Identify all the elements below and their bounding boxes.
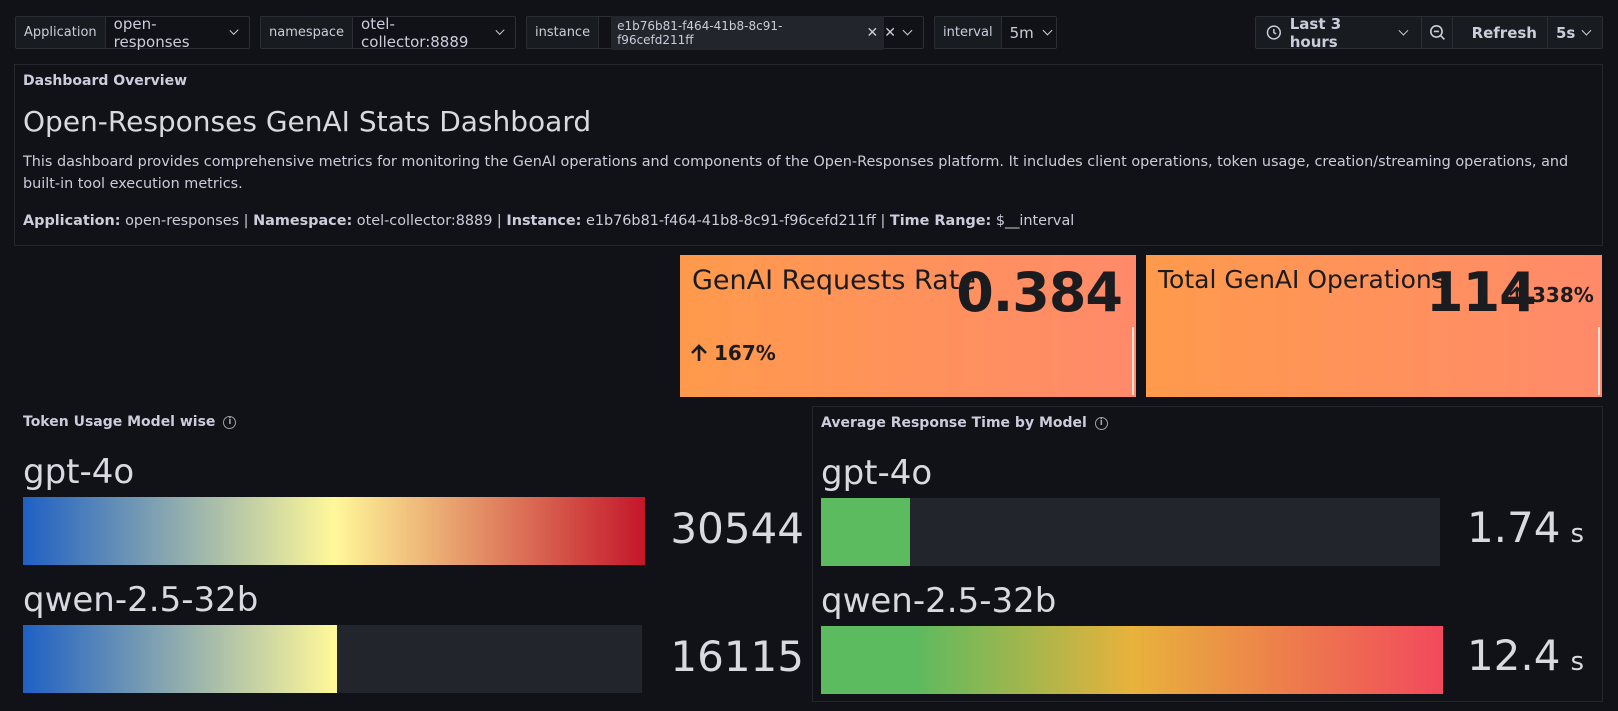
variable-label-instance: instance bbox=[527, 17, 600, 48]
response-value-number: 12.4 bbox=[1466, 631, 1561, 680]
variable-namespace: namespace otel-collector:8889 bbox=[260, 14, 516, 51]
stat-change: 167% bbox=[690, 341, 776, 365]
response-bar bbox=[821, 626, 1443, 694]
token-value: 16115 bbox=[670, 632, 804, 681]
info-icon[interactable]: i bbox=[223, 415, 237, 429]
variable-label-application: Application bbox=[16, 17, 106, 48]
interval-select[interactable]: 5m bbox=[1002, 17, 1063, 48]
refresh-interval-value: 5s bbox=[1556, 23, 1576, 42]
clear-icon[interactable]: ✕ bbox=[884, 25, 896, 41]
zoom-out-icon bbox=[1430, 25, 1445, 40]
chevron-down-icon bbox=[902, 25, 913, 36]
stat-title: Total GenAI Operations bbox=[1158, 265, 1445, 294]
response-value-unit: s bbox=[1570, 647, 1584, 677]
chevron-down-icon bbox=[229, 25, 239, 36]
chevron-down-icon bbox=[495, 25, 505, 36]
instance-select[interactable]: e1b76b81-f464-41b8-8c91-f96cefd211ff ✕ ✕ bbox=[599, 15, 923, 50]
variable-label-interval: interval bbox=[935, 17, 1002, 48]
response-model-label: qwen-2.5-32b bbox=[821, 581, 1057, 621]
response-time-panel: Average Response Time by Model i gpt-4o … bbox=[812, 406, 1603, 702]
time-range-label: Last 3 hours bbox=[1289, 14, 1342, 51]
response-value-unit: s bbox=[1570, 519, 1584, 549]
refresh-label: Refresh bbox=[1471, 23, 1537, 42]
token-usage-title-text: Token Usage Model wise bbox=[23, 414, 216, 430]
meta-instance-key: Instance: bbox=[506, 213, 582, 229]
variable-instance: instance e1b76b81-f464-41b8-8c91-f96cefd… bbox=[526, 15, 924, 50]
stat-panel-total-operations[interactable]: Total GenAI Operations 114 338% bbox=[1146, 255, 1602, 397]
token-bar bbox=[23, 625, 337, 693]
time-range-picker[interactable]: Last 3 hours bbox=[1255, 14, 1422, 51]
instance-chip-label: e1b76b81-f464-41b8-8c91-f96cefd211ff bbox=[617, 18, 783, 47]
response-value-number: 1.74 bbox=[1466, 503, 1561, 552]
variable-application: Application open-responses bbox=[15, 14, 250, 51]
clock-icon bbox=[1266, 25, 1281, 40]
response-value: 1.74 s bbox=[1467, 503, 1584, 552]
meta-namespace-key: Namespace: bbox=[253, 213, 353, 229]
response-value: 12.4 s bbox=[1467, 631, 1584, 680]
chevron-down-icon bbox=[1581, 25, 1592, 36]
stat-change: 338% bbox=[1508, 283, 1594, 307]
namespace-select[interactable]: otel-collector:8889 bbox=[353, 14, 515, 51]
stat-title: GenAI Requests Rate bbox=[692, 265, 976, 296]
overview-meta: Application: open-responses | Namespace:… bbox=[23, 213, 1074, 229]
zoom-out-button[interactable] bbox=[1421, 16, 1454, 49]
overview-panel: Dashboard Overview Open-Responses GenAI … bbox=[14, 64, 1603, 246]
stat-panel-requests-rate[interactable]: GenAI Requests Rate 0.384 167% bbox=[680, 255, 1136, 397]
close-icon[interactable]: ✕ bbox=[867, 25, 879, 41]
instance-chip: e1b76b81-f464-41b8-8c91-f96cefd211ff ✕ bbox=[611, 15, 885, 50]
variable-label-namespace: namespace bbox=[261, 17, 354, 48]
token-model-label: gpt-4o bbox=[23, 452, 135, 492]
response-time-title: Average Response Time by Model i bbox=[821, 415, 1108, 431]
interval-value: 5m bbox=[1009, 23, 1034, 42]
overview-panel-title: Dashboard Overview bbox=[23, 73, 188, 89]
stat-change-value: 338% bbox=[1532, 283, 1594, 307]
arrow-up-icon bbox=[691, 344, 707, 361]
chevron-down-icon bbox=[1042, 25, 1053, 36]
token-usage-panel: Token Usage Model wise i gpt-4o 30544 qw… bbox=[14, 406, 804, 706]
stat-change-value: 167% bbox=[714, 341, 776, 365]
sparkline bbox=[1598, 327, 1600, 395]
arrow-up-icon bbox=[1509, 286, 1525, 303]
meta-instance-value: e1b76b81-f464-41b8-8c91-f96cefd211ff | bbox=[581, 213, 890, 229]
sparkline bbox=[1132, 327, 1134, 395]
response-bar-track bbox=[821, 498, 1440, 566]
token-model-label: qwen-2.5-32b bbox=[23, 580, 259, 620]
meta-application-key: Application: bbox=[23, 213, 121, 229]
info-icon[interactable]: i bbox=[1094, 416, 1108, 430]
overview-description: This dashboard provides comprehensive me… bbox=[23, 154, 1569, 192]
meta-namespace-value: otel-collector:8889 | bbox=[352, 213, 507, 229]
refresh-button[interactable]: Refresh bbox=[1452, 16, 1548, 49]
chevron-down-icon bbox=[1398, 25, 1409, 36]
variable-interval: interval 5m bbox=[934, 16, 1057, 49]
response-model-label: gpt-4o bbox=[821, 453, 933, 493]
refresh-interval-picker[interactable]: 5s bbox=[1547, 16, 1603, 49]
application-select[interactable]: open-responses bbox=[106, 14, 249, 51]
meta-time-range-key: Time Range: bbox=[889, 213, 992, 229]
token-value: 30544 bbox=[670, 504, 804, 553]
response-time-title-text: Average Response Time by Model bbox=[821, 415, 1087, 431]
application-value: open-responses bbox=[113, 14, 190, 51]
token-bar bbox=[23, 497, 645, 565]
overview-heading: Open-Responses GenAI Stats Dashboard bbox=[23, 105, 592, 138]
meta-application-value: open-responses | bbox=[120, 213, 254, 229]
token-usage-title: Token Usage Model wise i bbox=[23, 414, 237, 430]
namespace-value: otel-collector:8889 bbox=[361, 14, 469, 51]
stat-value: 0.384 bbox=[956, 261, 1123, 324]
refresh-icon bbox=[1463, 32, 1464, 33]
response-bar bbox=[821, 498, 910, 566]
meta-time-range-value: $__interval bbox=[991, 213, 1075, 229]
